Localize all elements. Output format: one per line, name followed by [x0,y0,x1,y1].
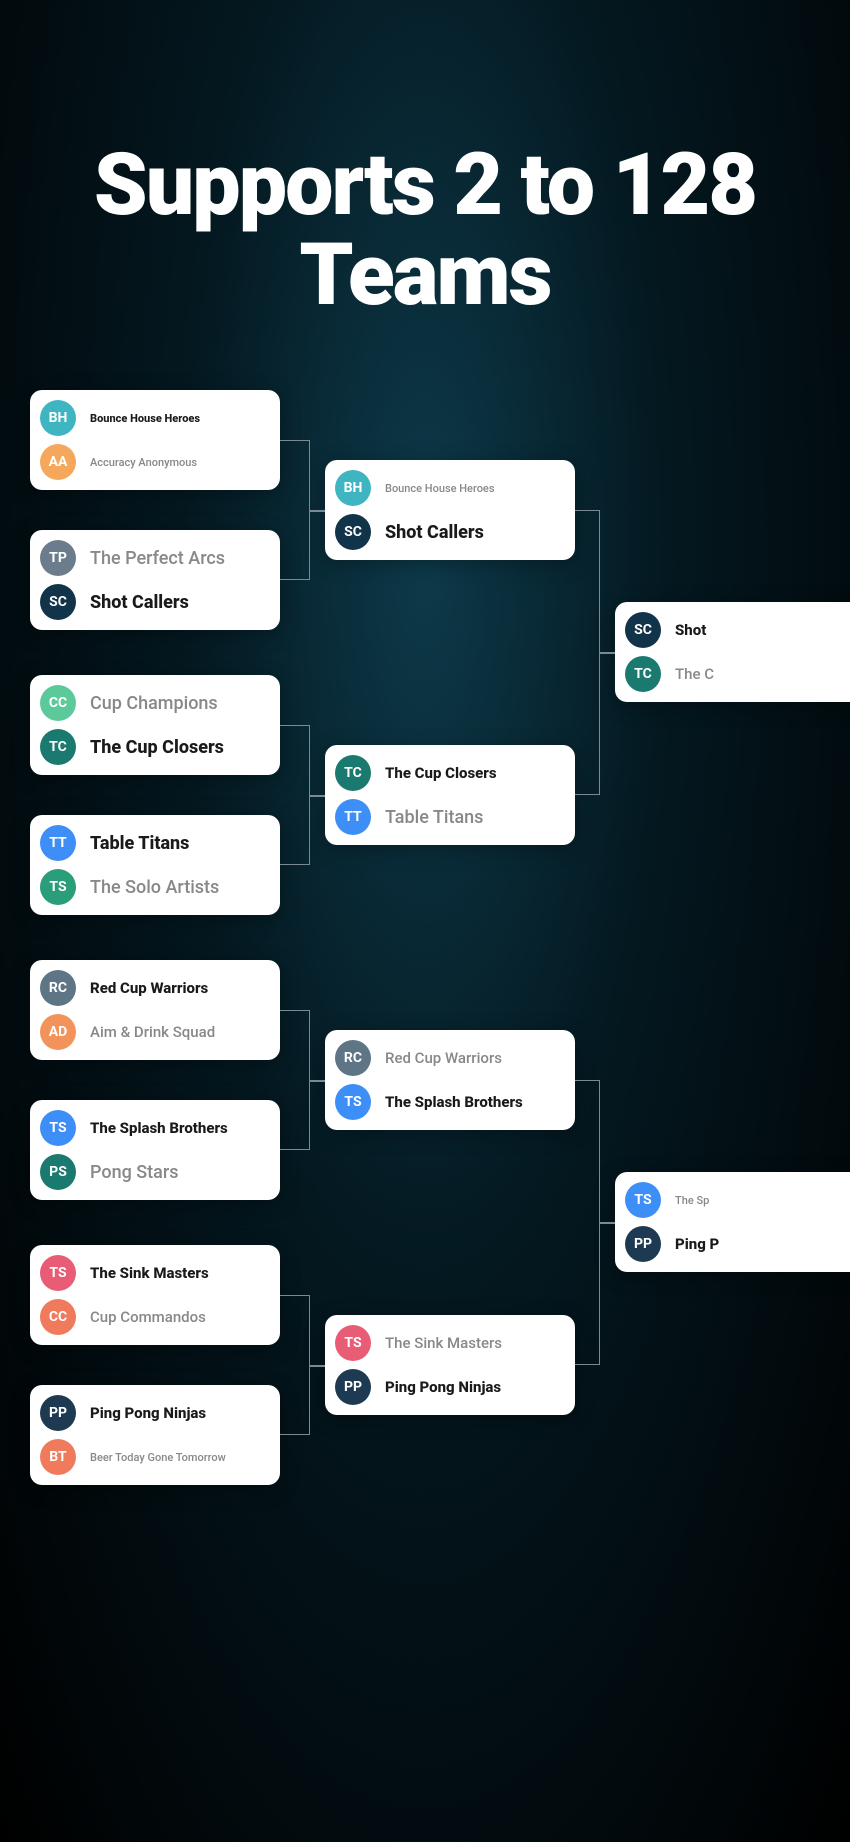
team-avatar: TS [40,1255,76,1291]
match-card[interactable]: TS The Sp PP Ping P [615,1172,850,1272]
team-row: SC Shot [625,612,849,648]
team-name: The Cup Closers [385,764,497,782]
team-name: The Cup Closers [90,737,224,758]
team-avatar: PP [40,1395,76,1431]
team-name: Cup Commandos [90,1308,206,1326]
team-name: Ping P [675,1235,719,1253]
team-avatar: SC [625,612,661,648]
team-row: BH Bounce House Heroes [335,470,559,506]
team-name: Beer Today Gone Tomorrow [90,1451,226,1464]
team-name: The Splash Brothers [385,1093,523,1111]
team-avatar: CC [40,685,76,721]
team-avatar: RC [335,1040,371,1076]
team-row: TC The Cup Closers [40,729,264,765]
team-row: PP Ping Pong Ninjas [40,1395,264,1431]
team-row: TS The Splash Brothers [335,1084,559,1120]
match-card[interactable]: TC The Cup Closers TT Table Titans [325,745,575,845]
team-avatar: RC [40,970,76,1006]
match-card[interactable]: TP The Perfect Arcs SC Shot Callers [30,530,280,630]
team-row: AD Aim & Drink Squad [40,1014,264,1050]
match-card[interactable]: TS The Splash Brothers PS Pong Stars [30,1100,280,1200]
team-row: RC Red Cup Warriors [40,970,264,1006]
team-name: Ping Pong Ninjas [90,1404,206,1422]
team-avatar: BH [40,400,76,436]
team-row: TT Table Titans [335,799,559,835]
team-name: The Sp [675,1194,709,1207]
team-name: Table Titans [90,833,189,854]
team-row: PP Ping P [625,1226,849,1262]
team-row: TS The Solo Artists [40,869,264,905]
team-avatar: TC [335,755,371,791]
team-name: Shot Callers [385,522,484,543]
team-avatar: AD [40,1014,76,1050]
team-avatar: TC [40,729,76,765]
team-name: Aim & Drink Squad [90,1023,215,1041]
team-row: TS The Sink Masters [335,1325,559,1361]
team-avatar: PP [625,1226,661,1262]
team-row: RC Red Cup Warriors [335,1040,559,1076]
team-avatar: AA [40,444,76,480]
team-row: TT Table Titans [40,825,264,861]
team-avatar: PP [335,1369,371,1405]
team-row: AA Accuracy Anonymous [40,444,264,480]
team-name: Ping Pong Ninjas [385,1378,501,1396]
team-avatar: TS [335,1084,371,1120]
team-row: CC Cup Champions [40,685,264,721]
team-name: Pong Stars [90,1162,179,1183]
team-row: SC Shot Callers [40,584,264,620]
match-card[interactable]: TT Table Titans TS The Solo Artists [30,815,280,915]
team-name: Shot Callers [90,592,189,613]
match-card[interactable]: CC Cup Champions TC The Cup Closers [30,675,280,775]
team-row: PP Ping Pong Ninjas [335,1369,559,1405]
team-name: The Splash Brothers [90,1119,228,1137]
match-card[interactable]: TS The Sink Masters PP Ping Pong Ninjas [325,1315,575,1415]
team-row: BH Bounce House Heroes [40,400,264,436]
team-name: Accuracy Anonymous [90,456,197,469]
team-avatar: BH [335,470,371,506]
team-row: CC Cup Commandos [40,1299,264,1335]
team-name: The C [675,665,714,683]
match-card[interactable]: TS The Sink Masters CC Cup Commandos [30,1245,280,1345]
team-avatar: BT [40,1439,76,1475]
team-name: The Sink Masters [90,1264,209,1282]
team-avatar: TS [335,1325,371,1361]
team-avatar: TS [40,1110,76,1146]
team-avatar: TP [40,540,76,576]
team-row: SC Shot Callers [335,514,559,550]
match-card[interactable]: BH Bounce House Heroes AA Accuracy Anonymou… [30,390,280,490]
team-avatar: SC [335,514,371,550]
team-row: TS The Sink Masters [40,1255,264,1291]
team-name: Bounce House Heroes [385,482,495,495]
team-name: The Perfect Arcs [90,548,225,569]
team-row: BT Beer Today Gone Tomorrow [40,1439,264,1475]
team-avatar: TS [625,1182,661,1218]
match-card[interactable]: SC Shot TC The C [615,602,850,702]
team-avatar: SC [40,584,76,620]
team-row: TS The Sp [625,1182,849,1218]
team-row: TC The Cup Closers [335,755,559,791]
team-name: Shot [675,621,706,639]
match-card[interactable]: RC Red Cup Warriors TS The Splash Brothers [325,1030,575,1130]
match-card[interactable]: RC Red Cup Warriors AD Aim & Drink Squad [30,960,280,1060]
team-avatar: TT [335,799,371,835]
team-avatar: TS [40,869,76,905]
team-name: Red Cup Warriors [90,979,208,997]
team-row: PS Pong Stars [40,1154,264,1190]
team-row: TP The Perfect Arcs [40,540,264,576]
team-name: Bounce House Heroes [90,412,200,425]
match-card[interactable]: BH Bounce House Heroes SC Shot Callers [325,460,575,560]
team-name: Cup Champions [90,693,218,714]
team-name: Red Cup Warriors [385,1049,502,1067]
team-row: TS The Splash Brothers [40,1110,264,1146]
team-row: TC The C [625,656,849,692]
team-name: Table Titans [385,807,483,828]
team-avatar: TC [625,656,661,692]
team-name: The Solo Artists [90,877,219,898]
headline: Supports 2 to 128 Teams [0,0,850,321]
match-card[interactable]: PP Ping Pong Ninjas BT Beer Today Gone Tomo… [30,1385,280,1485]
team-avatar: TT [40,825,76,861]
team-avatar: CC [40,1299,76,1335]
team-avatar: PS [40,1154,76,1190]
team-name: The Sink Masters [385,1334,502,1352]
